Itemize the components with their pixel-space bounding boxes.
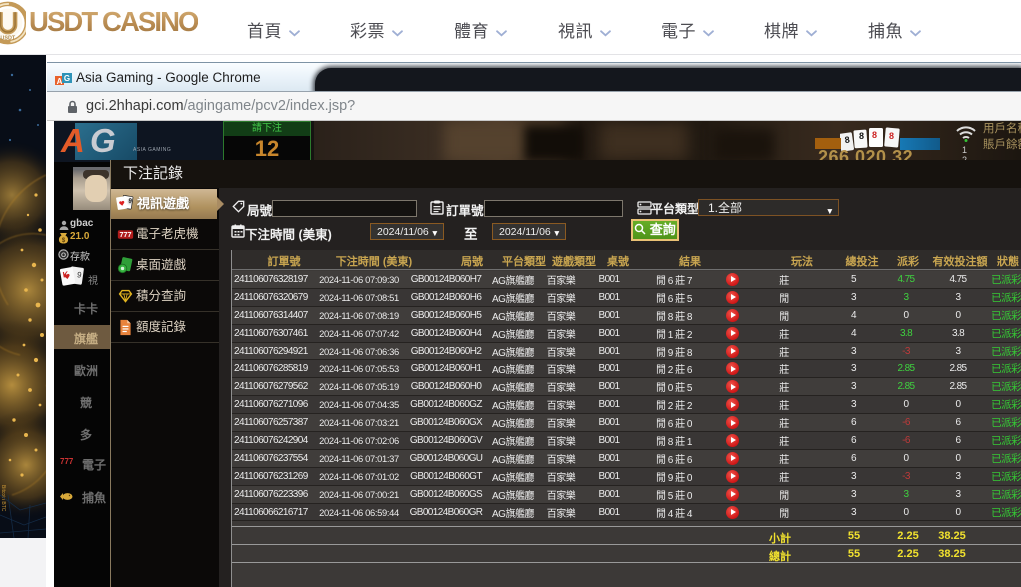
svg-text:777: 777 bbox=[119, 230, 131, 239]
svg-text:G: G bbox=[64, 74, 70, 83]
svg-text:USDT: USDT bbox=[0, 35, 15, 41]
svg-text:8: 8 bbox=[889, 131, 894, 141]
svg-text:A: A bbox=[57, 77, 63, 86]
svg-text:8: 8 bbox=[859, 131, 864, 141]
svg-text:O: O bbox=[61, 252, 66, 259]
svg-text:8: 8 bbox=[872, 130, 877, 140]
